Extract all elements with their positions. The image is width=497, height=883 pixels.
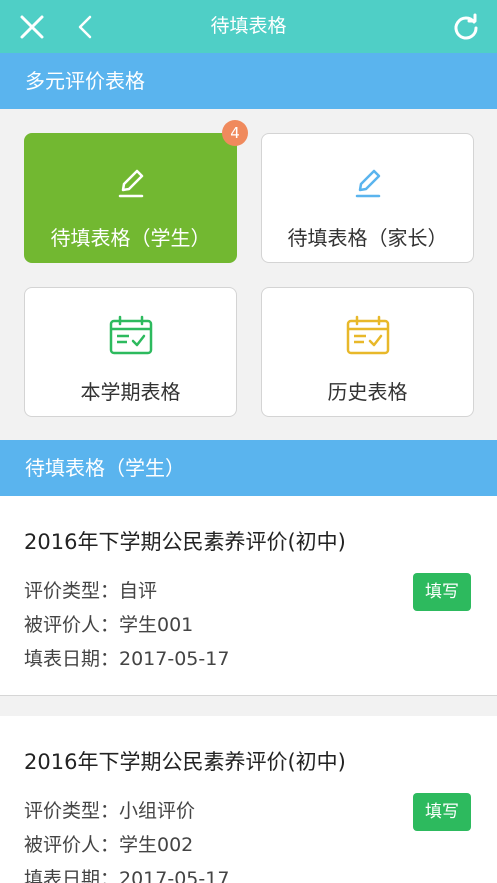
form-card[interactable]: 2016年下学期公民素养评价(初中) 评价类型：小组评价 被评价人：学生002 … [0, 716, 497, 883]
fill-button[interactable]: 填写 [413, 573, 471, 611]
tile-grid: 待填表格（学生） 待填表格（家长） 本学期表格 历史表格 [0, 109, 497, 440]
calendar-check-icon [109, 315, 152, 355]
tile-label: 历史表格 [327, 380, 408, 404]
section-header-pending-student: 待填表格（学生） [0, 440, 497, 496]
tile-label: 待填表格（学生） [50, 226, 211, 250]
fill-date: 填表日期：2017-05-17 [24, 868, 230, 883]
form-title: 2016年下学期公民素养评价(初中) [24, 750, 346, 774]
tile-label: 待填表格（家长） [287, 226, 448, 250]
evaluatee: 被评价人：学生001 [24, 614, 194, 636]
pencil-icon [355, 169, 380, 198]
section-header-multi-eval: 多元评价表格 [0, 53, 497, 109]
tile-pending-parent[interactable]: 待填表格（家长） [261, 133, 474, 263]
page-title: 待填表格 [210, 15, 287, 37]
form-title: 2016年下学期公民素养评价(初中) [24, 530, 346, 554]
tile-pending-student[interactable]: 待填表格（学生） [24, 133, 237, 263]
pencil-icon [118, 169, 143, 198]
tile-history[interactable]: 历史表格 [261, 287, 474, 417]
pending-count-badge: 4 [222, 120, 248, 146]
evaluatee: 被评价人：学生002 [24, 834, 194, 856]
fill-button[interactable]: 填写 [413, 793, 471, 831]
fill-date: 填表日期：2017-05-17 [24, 648, 230, 670]
top-nav-bar: 待填表格 [0, 0, 497, 53]
refresh-icon[interactable] [451, 12, 481, 42]
eval-type: 评价类型：自评 [24, 580, 158, 602]
tile-this-semester[interactable]: 本学期表格 [24, 287, 237, 417]
calendar-check-icon [346, 315, 389, 355]
eval-type: 评价类型：小组评价 [24, 800, 196, 822]
form-card[interactable]: 2016年下学期公民素养评价(初中) 评价类型：自评 被评价人：学生001 填表… [0, 496, 497, 696]
tile-label: 本学期表格 [80, 380, 181, 404]
